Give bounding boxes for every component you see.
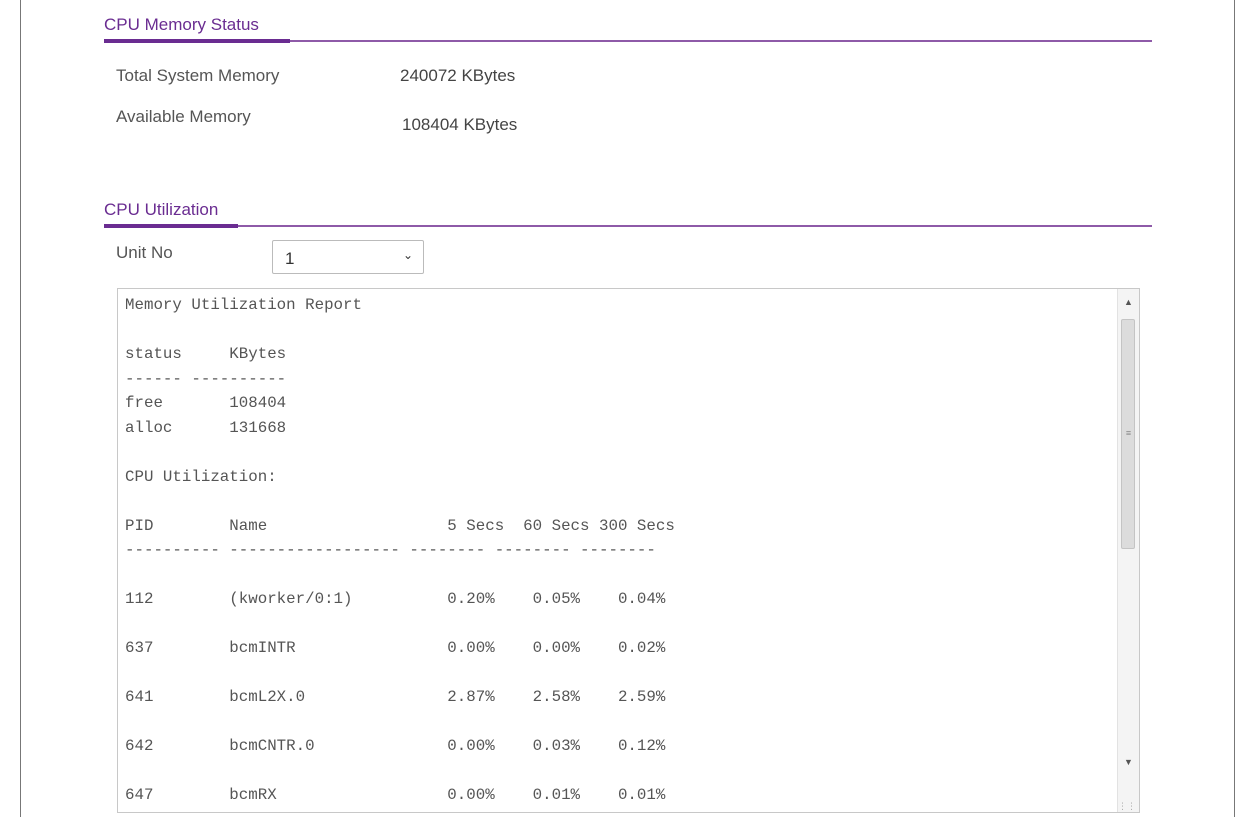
available-memory-label: Available Memory	[116, 107, 251, 126]
utilization-report-text: Memory Utilization Report status KBytes …	[125, 296, 675, 804]
scroll-down-arrow-icon[interactable]: ▼	[1118, 753, 1139, 771]
scroll-grip-icon: ≡	[1125, 428, 1132, 438]
cpu-section-header: CPU Utilization	[104, 200, 1152, 228]
total-memory-label: Total System Memory	[116, 66, 280, 85]
utilization-report-textarea[interactable]: Memory Utilization Report status KBytes …	[117, 288, 1140, 813]
unit-no-selected-value: 1	[285, 249, 295, 268]
memory-section-underline	[104, 39, 290, 43]
available-memory-value: 108404 KBytes	[402, 115, 518, 134]
cpu-section-underline	[104, 224, 238, 228]
scroll-up-arrow-icon[interactable]: ▲	[1118, 293, 1139, 311]
report-scrollbar[interactable]: ▲ ≡ ▼ ⋮⋮	[1117, 289, 1139, 812]
resize-grip-icon[interactable]: ⋮⋮	[1118, 802, 1136, 811]
total-memory-value: 240072 KBytes	[400, 66, 516, 85]
memory-section-title: CPU Memory Status	[104, 15, 259, 34]
unit-no-select[interactable]: 1 ⌄	[272, 240, 424, 274]
unit-no-label: Unit No	[116, 243, 173, 262]
memory-section-header: CPU Memory Status	[104, 15, 1152, 43]
chevron-down-icon: ⌄	[402, 248, 413, 262]
cpu-section-title: CPU Utilization	[104, 200, 219, 219]
scroll-thumb[interactable]: ≡	[1121, 319, 1135, 549]
